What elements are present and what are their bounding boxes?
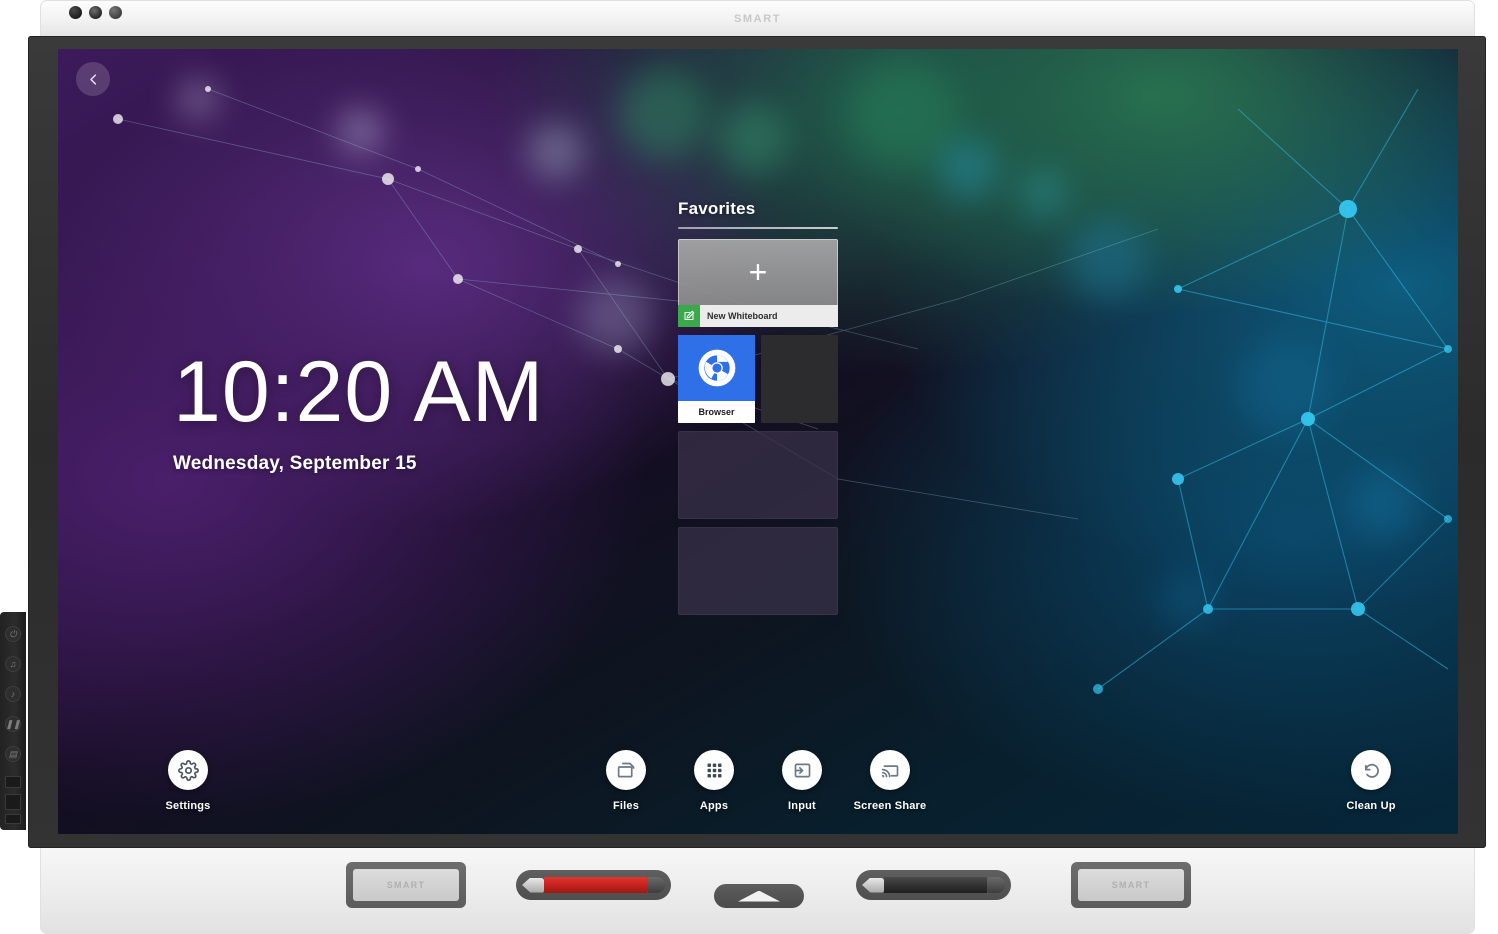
usb-port (5, 776, 21, 788)
cast-icon (880, 760, 901, 781)
apps-icon-circle (694, 750, 734, 790)
power-button[interactable]: ⏻ (5, 626, 21, 642)
bottom-toolbar: Settings Files (58, 726, 1458, 812)
speaker-left-logo: SMART (353, 869, 459, 901)
favorite-tile-empty-1[interactable] (678, 431, 838, 519)
clock-widget: 10:20 AM Wednesday, September 15 (173, 349, 544, 475)
favorites-row: Browser (678, 335, 838, 423)
settings-button[interactable]: Settings (143, 750, 233, 812)
clock-date: Wednesday, September 15 (173, 453, 544, 475)
favorite-tile-new-whiteboard[interactable]: + New Whiteboard (678, 239, 838, 327)
camera-sensor-icon (69, 6, 82, 19)
red-pen[interactable] (522, 877, 665, 894)
display-bezel: 10:20 AM Wednesday, September 15 Favorit… (28, 36, 1486, 848)
input-label: Input (788, 800, 816, 812)
black-pen-end (987, 877, 1005, 893)
black-pen-tip (862, 878, 884, 893)
sensor-array (69, 6, 122, 19)
apps-grid-icon (704, 760, 725, 781)
speaker-module-left: SMART (346, 862, 466, 908)
settings-label: Settings (166, 800, 211, 812)
favorite-tile-empty-2[interactable] (678, 527, 838, 615)
volume-down-button[interactable]: ♪ (5, 686, 21, 702)
black-pen[interactable] (862, 877, 1005, 894)
proximity-sensor-icon (89, 6, 102, 19)
favorites-title: Favorites (678, 199, 840, 219)
clean-up-icon-circle (1351, 750, 1391, 790)
chevron-left-icon (86, 72, 101, 87)
smart-board-device: SMART ⏻ ♫ ♪ ❚❚ ▤ (0, 0, 1498, 934)
browser-label: Browser (678, 401, 755, 423)
pause-button[interactable]: ❚❚ (5, 716, 21, 732)
smart-brand-logo: SMART (734, 13, 781, 25)
whiteboard-label: New Whiteboard (707, 311, 778, 321)
eraser-face-icon (738, 891, 780, 902)
input-button[interactable]: Input (771, 750, 833, 812)
volume-up-button[interactable]: ♫ (5, 656, 21, 672)
input-arrow-icon (792, 760, 813, 781)
black-pen-shaft (884, 877, 987, 893)
files-button[interactable]: Files (595, 750, 657, 812)
red-pen-end (647, 877, 665, 893)
files-label: Files (613, 800, 639, 812)
screen-share-label: Screen Share (854, 800, 927, 812)
back-button[interactable] (76, 62, 110, 96)
whiteboard-label-bar: New Whiteboard (678, 305, 838, 327)
red-pen-shaft (544, 877, 647, 893)
side-control-panel: ⏻ ♫ ♪ ❚❚ ▤ (0, 612, 26, 830)
gear-icon (178, 760, 199, 781)
top-bezel: SMART (40, 0, 1475, 36)
toolbar-center-group: Files (595, 750, 921, 812)
input-source-button[interactable]: ▤ (5, 746, 21, 762)
settings-icon-circle (168, 750, 208, 790)
pen-tray-black[interactable] (856, 870, 1011, 900)
apps-button[interactable]: Apps (683, 750, 745, 812)
clean-up-button[interactable]: Clean Up (1326, 750, 1416, 812)
favorites-list: + New Whiteboard (678, 239, 840, 615)
speaker-module-right: SMART (1071, 862, 1191, 908)
files-icon (616, 760, 637, 781)
apps-label: Apps (700, 800, 728, 812)
favorite-tile-empty-inline[interactable] (761, 335, 838, 423)
files-icon-circle (606, 750, 646, 790)
add-whiteboard-plus-icon: + (678, 239, 838, 305)
undo-refresh-icon (1361, 760, 1382, 781)
screen: 10:20 AM Wednesday, September 15 Favorit… (58, 49, 1458, 834)
pen-tray-red[interactable] (516, 870, 671, 900)
screen-share-button[interactable]: Screen Share (859, 750, 921, 812)
favorites-divider (678, 227, 838, 229)
chromium-browser-icon (696, 347, 738, 389)
light-sensor-icon (109, 6, 122, 19)
favorite-tile-browser[interactable]: Browser (678, 335, 755, 423)
browser-icon-area (678, 335, 755, 401)
screen-share-icon-circle (870, 750, 910, 790)
whiteboard-edit-icon (678, 305, 700, 327)
speaker-right-logo: SMART (1078, 869, 1184, 901)
favorites-panel: Favorites + New W (678, 199, 840, 615)
input-icon-circle (782, 750, 822, 790)
clean-up-label: Clean Up (1346, 800, 1395, 812)
clock-time: 10:20 AM (173, 349, 544, 435)
eraser[interactable] (714, 884, 804, 908)
aux-port (5, 814, 21, 824)
red-pen-tip (522, 878, 544, 893)
hdmi-port (5, 794, 21, 810)
